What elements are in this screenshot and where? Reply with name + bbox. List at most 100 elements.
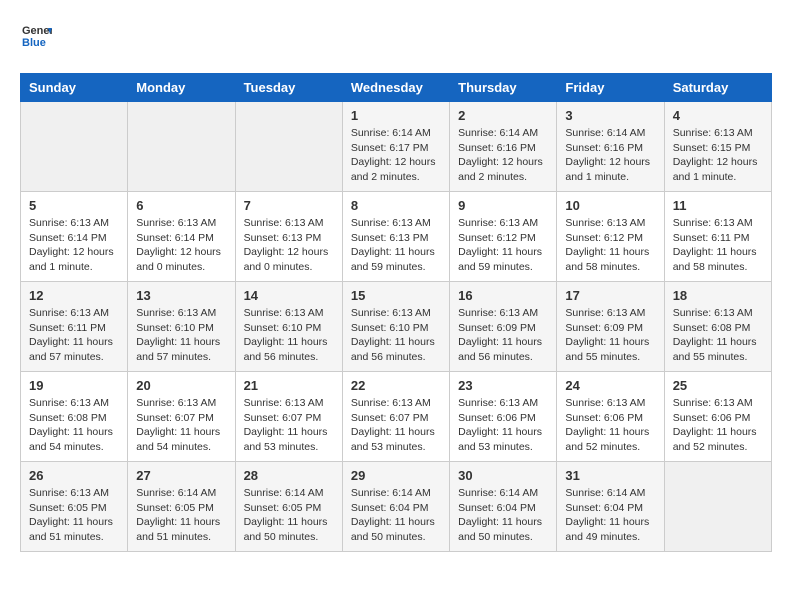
day-header-saturday: Saturday <box>664 74 771 102</box>
day-number: 1 <box>351 108 441 123</box>
calendar-cell: 13 Sunrise: 6:13 AM Sunset: 6:10 PM Dayli… <box>128 282 235 372</box>
day-header-wednesday: Wednesday <box>342 74 449 102</box>
calendar-week-row: 12 Sunrise: 6:13 AM Sunset: 6:11 PM Dayli… <box>21 282 772 372</box>
day-header-thursday: Thursday <box>450 74 557 102</box>
day-number: 2 <box>458 108 548 123</box>
calendar-table: SundayMondayTuesdayWednesdayThursdayFrid… <box>20 73 772 552</box>
calendar-cell: 7Sunrise: 6:13 AM Sunset: 6:13 PM Daylig… <box>235 192 342 282</box>
day-info: Sunrise: 6:13 AM Sunset: 6:11 PM Dayligh… <box>29 306 119 365</box>
calendar-cell: 19 Sunrise: 6:13 AM Sunset: 6:08 PM Dayli… <box>21 372 128 462</box>
day-number: 13 <box>136 288 226 303</box>
calendar-cell: 5Sunrise: 6:13 AM Sunset: 6:14 PM Daylig… <box>21 192 128 282</box>
calendar-cell <box>664 462 771 552</box>
day-info: Sunrise: 6:14 AM Sunset: 6:05 PM Dayligh… <box>244 486 334 545</box>
calendar-cell: 30 Sunrise: 6:14 AM Sunset: 6:04 PM Dayli… <box>450 462 557 552</box>
days-header-row: SundayMondayTuesdayWednesdayThursdayFrid… <box>21 74 772 102</box>
calendar-cell <box>235 102 342 192</box>
calendar-cell: 21Sunrise: 6:13 AM Sunset: 6:07 PM Dayli… <box>235 372 342 462</box>
day-info: Sunrise: 6:13 AM Sunset: 6:08 PM Dayligh… <box>29 396 119 455</box>
day-info: Sunrise: 6:13 AM Sunset: 6:14 PM Dayligh… <box>136 216 226 275</box>
day-info: Sunrise: 6:14 AM Sunset: 6:16 PM Dayligh… <box>565 126 655 185</box>
day-info: Sunrise: 6:13 AM Sunset: 6:06 PM Dayligh… <box>673 396 763 455</box>
calendar-week-row: 26Sunrise: 6:13 AM Sunset: 6:05 PM Dayli… <box>21 462 772 552</box>
calendar-cell: 24 Sunrise: 6:13 AM Sunset: 6:06 PM Dayli… <box>557 372 664 462</box>
day-number: 16 <box>458 288 548 303</box>
day-header-monday: Monday <box>128 74 235 102</box>
day-number: 15 <box>351 288 441 303</box>
calendar-cell <box>21 102 128 192</box>
day-number: 4 <box>673 108 763 123</box>
calendar-cell: 22 Sunrise: 6:13 AM Sunset: 6:07 PM Dayli… <box>342 372 449 462</box>
calendar-cell: 16Sunrise: 6:13 AM Sunset: 6:09 PM Dayli… <box>450 282 557 372</box>
day-number: 12 <box>29 288 119 303</box>
calendar-cell: 23Sunrise: 6:13 AM Sunset: 6:06 PM Dayli… <box>450 372 557 462</box>
day-info: Sunrise: 6:13 AM Sunset: 6:08 PM Dayligh… <box>673 306 763 365</box>
day-info: Sunrise: 6:13 AM Sunset: 6:12 PM Dayligh… <box>565 216 655 275</box>
day-info: Sunrise: 6:13 AM Sunset: 6:07 PM Dayligh… <box>351 396 441 455</box>
day-number: 8 <box>351 198 441 213</box>
calendar-cell: 31Sunrise: 6:14 AM Sunset: 6:04 PM Dayli… <box>557 462 664 552</box>
calendar-cell: 18Sunrise: 6:13 AM Sunset: 6:08 PM Dayli… <box>664 282 771 372</box>
calendar-cell: 26Sunrise: 6:13 AM Sunset: 6:05 PM Dayli… <box>21 462 128 552</box>
day-info: Sunrise: 6:14 AM Sunset: 6:16 PM Dayligh… <box>458 126 548 185</box>
day-number: 19 <box>29 378 119 393</box>
day-header-tuesday: Tuesday <box>235 74 342 102</box>
day-number: 31 <box>565 468 655 483</box>
day-header-friday: Friday <box>557 74 664 102</box>
day-header-sunday: Sunday <box>21 74 128 102</box>
calendar-cell: 11 Sunrise: 6:13 AM Sunset: 6:11 PM Dayli… <box>664 192 771 282</box>
day-number: 6 <box>136 198 226 213</box>
calendar-cell: 2 Sunrise: 6:14 AM Sunset: 6:16 PM Daylig… <box>450 102 557 192</box>
day-number: 10 <box>565 198 655 213</box>
calendar-cell: 8 Sunrise: 6:13 AM Sunset: 6:13 PM Daylig… <box>342 192 449 282</box>
logo-icon: General Blue <box>20 20 52 57</box>
day-info: Sunrise: 6:14 AM Sunset: 6:17 PM Dayligh… <box>351 126 441 185</box>
day-number: 22 <box>351 378 441 393</box>
day-number: 17 <box>565 288 655 303</box>
calendar-cell: 28 Sunrise: 6:14 AM Sunset: 6:05 PM Dayli… <box>235 462 342 552</box>
day-info: Sunrise: 6:14 AM Sunset: 6:04 PM Dayligh… <box>351 486 441 545</box>
day-number: 9 <box>458 198 548 213</box>
day-number: 5 <box>29 198 119 213</box>
calendar-cell: 10 Sunrise: 6:13 AM Sunset: 6:12 PM Dayli… <box>557 192 664 282</box>
day-number: 21 <box>244 378 334 393</box>
day-number: 28 <box>244 468 334 483</box>
calendar-cell <box>128 102 235 192</box>
day-info: Sunrise: 6:13 AM Sunset: 6:05 PM Dayligh… <box>29 486 119 545</box>
calendar-cell: 1 Sunrise: 6:14 AM Sunset: 6:17 PM Daylig… <box>342 102 449 192</box>
day-info: Sunrise: 6:13 AM Sunset: 6:10 PM Dayligh… <box>244 306 334 365</box>
day-info: Sunrise: 6:13 AM Sunset: 6:13 PM Dayligh… <box>351 216 441 275</box>
calendar-week-row: 19 Sunrise: 6:13 AM Sunset: 6:08 PM Dayli… <box>21 372 772 462</box>
calendar-cell: 29 Sunrise: 6:14 AM Sunset: 6:04 PM Dayli… <box>342 462 449 552</box>
day-info: Sunrise: 6:13 AM Sunset: 6:07 PM Dayligh… <box>136 396 226 455</box>
calendar-cell: 9Sunrise: 6:13 AM Sunset: 6:12 PM Daylig… <box>450 192 557 282</box>
calendar-cell: 14Sunrise: 6:13 AM Sunset: 6:10 PM Dayli… <box>235 282 342 372</box>
day-number: 29 <box>351 468 441 483</box>
day-number: 24 <box>565 378 655 393</box>
day-number: 20 <box>136 378 226 393</box>
calendar-week-row: 1 Sunrise: 6:14 AM Sunset: 6:17 PM Daylig… <box>21 102 772 192</box>
day-info: Sunrise: 6:13 AM Sunset: 6:13 PM Dayligh… <box>244 216 334 275</box>
day-info: Sunrise: 6:13 AM Sunset: 6:06 PM Dayligh… <box>565 396 655 455</box>
svg-text:Blue: Blue <box>22 37 46 49</box>
day-number: 27 <box>136 468 226 483</box>
calendar-cell: 15Sunrise: 6:13 AM Sunset: 6:10 PM Dayli… <box>342 282 449 372</box>
calendar-cell: 25 Sunrise: 6:13 AM Sunset: 6:06 PM Dayli… <box>664 372 771 462</box>
calendar-cell: 20 Sunrise: 6:13 AM Sunset: 6:07 PM Dayli… <box>128 372 235 462</box>
day-number: 30 <box>458 468 548 483</box>
day-info: Sunrise: 6:14 AM Sunset: 6:04 PM Dayligh… <box>458 486 548 545</box>
day-info: Sunrise: 6:13 AM Sunset: 6:10 PM Dayligh… <box>136 306 226 365</box>
calendar-cell: 17Sunrise: 6:13 AM Sunset: 6:09 PM Dayli… <box>557 282 664 372</box>
calendar-cell: 27 Sunrise: 6:14 AM Sunset: 6:05 PM Dayli… <box>128 462 235 552</box>
calendar-cell: 4 Sunrise: 6:13 AM Sunset: 6:15 PM Daylig… <box>664 102 771 192</box>
calendar-cell: 12 Sunrise: 6:13 AM Sunset: 6:11 PM Dayli… <box>21 282 128 372</box>
day-number: 25 <box>673 378 763 393</box>
calendar-week-row: 5 Sunrise: 6:13 AM Sunset: 6:14 PM Daylig… <box>21 192 772 282</box>
day-number: 11 <box>673 198 763 213</box>
svg-text:General: General <box>22 25 52 37</box>
day-info: Sunrise: 6:13 AM Sunset: 6:15 PM Dayligh… <box>673 126 763 185</box>
day-info: Sunrise: 6:14 AM Sunset: 6:05 PM Dayligh… <box>136 486 226 545</box>
day-info: Sunrise: 6:13 AM Sunset: 6:11 PM Dayligh… <box>673 216 763 275</box>
calendar-cell: 3Sunrise: 6:14 AM Sunset: 6:16 PM Daylig… <box>557 102 664 192</box>
day-info: Sunrise: 6:13 AM Sunset: 6:06 PM Dayligh… <box>458 396 548 455</box>
